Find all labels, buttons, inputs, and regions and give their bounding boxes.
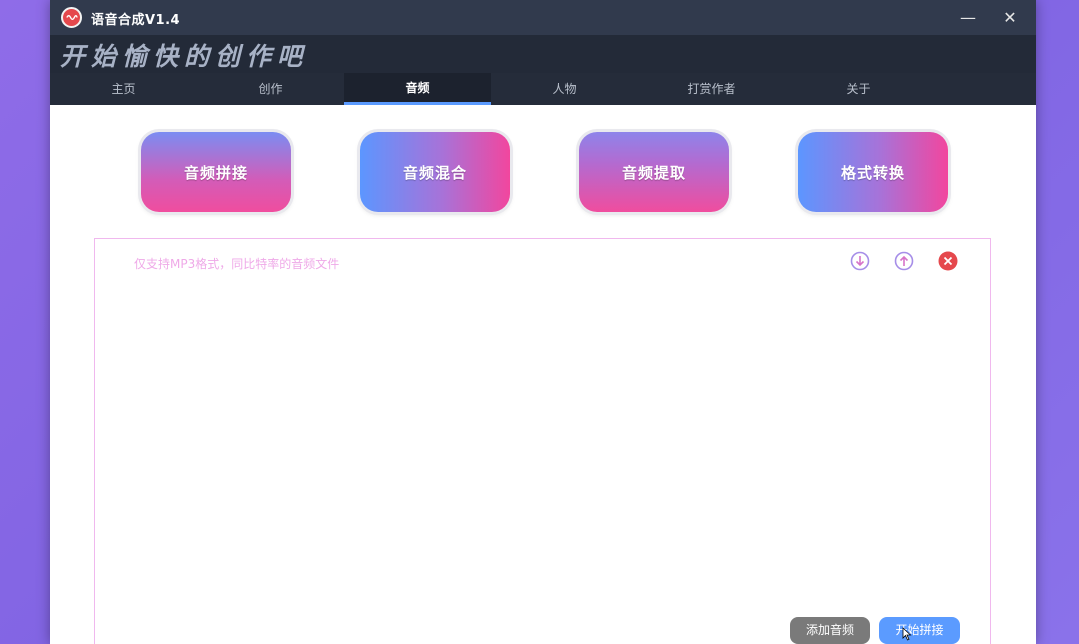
audio-mix-button[interactable]: 音频混合 (360, 132, 510, 212)
app-window: 语音合成V1.4 — ✕ 开始愉快的创作吧 主页 创作 音频 人物 打赏作者 关… (50, 0, 1036, 644)
banner: 开始愉快的创作吧 (50, 35, 1036, 73)
move-up-icon[interactable] (894, 251, 914, 271)
slogan-text: 开始愉快的创作吧 (60, 42, 309, 71)
add-audio-button[interactable]: 添加音频 (790, 617, 870, 644)
tab-audio[interactable]: 音频 (344, 73, 491, 105)
close-window-button[interactable]: ✕ (994, 5, 1026, 30)
minimize-button[interactable]: — (952, 5, 984, 30)
format-hint: 仅支持MP3格式，同比特率的音频文件 (134, 257, 340, 271)
sound-wave-icon (66, 14, 78, 21)
title-bar[interactable]: 语音合成V1.4 — ✕ (50, 0, 1036, 35)
tab-home[interactable]: 主页 (50, 73, 197, 105)
tab-donate[interactable]: 打赏作者 (638, 73, 785, 105)
mouse-cursor-icon (902, 627, 912, 641)
app-logo-icon (61, 7, 82, 28)
audio-concat-button[interactable]: 音频拼接 (141, 132, 291, 212)
tab-about[interactable]: 关于 (785, 73, 932, 105)
start-concat-button[interactable]: 开始拼接 (879, 617, 960, 644)
delete-icon[interactable] (938, 251, 958, 271)
audio-file-list[interactable]: 仅支持MP3格式，同比特率的音频文件 (94, 238, 991, 644)
main-nav: 主页 创作 音频 人物 打赏作者 关于 (50, 73, 1036, 105)
tab-create[interactable]: 创作 (197, 73, 344, 105)
tab-characters[interactable]: 人物 (491, 73, 638, 105)
window-title: 语音合成V1.4 (91, 13, 181, 28)
move-down-icon[interactable] (850, 251, 870, 271)
format-convert-button[interactable]: 格式转换 (798, 132, 948, 212)
audio-extract-button[interactable]: 音频提取 (579, 132, 729, 212)
